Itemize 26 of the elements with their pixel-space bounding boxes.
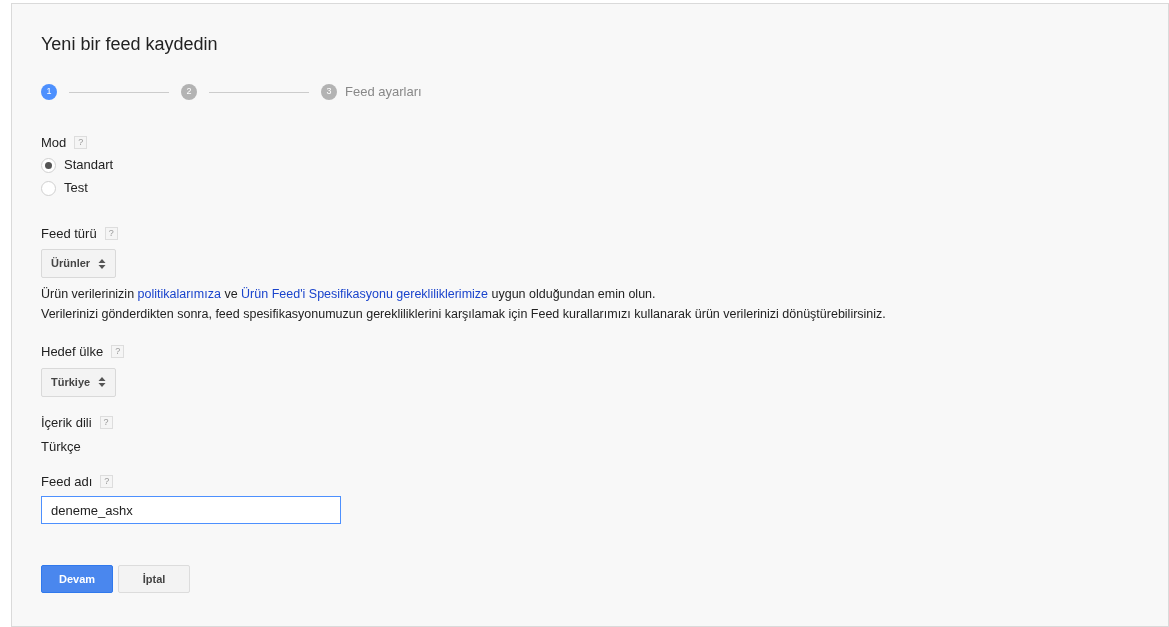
radio-button[interactable]: [41, 180, 56, 196]
dropdown[interactable]: Ürünler: [41, 249, 117, 278]
dropdown[interactable]: Türkiye: [41, 367, 117, 397]
field-label: Mod: [41, 134, 67, 152]
step-number: 1: [41, 84, 57, 100]
text-link[interactable]: politikalarımıza: [137, 287, 221, 301]
page-title: Yeni bir feed kaydedin: [41, 33, 219, 56]
step-label: Feed ayarları: [345, 83, 422, 102]
field-value: Türkçe: [41, 438, 82, 456]
field-label: İçerik dili: [41, 413, 92, 432]
cancel-button[interactable]: İptal: [118, 565, 190, 593]
continue-button[interactable]: Devam: [41, 565, 113, 593]
field-label: Feed türü: [41, 224, 97, 243]
radio-label: Test: [64, 179, 88, 198]
step-number: 3: [321, 84, 337, 100]
info-text: Verilerinizi gönderdikten sonra, feed spesifikasyonumuzun gerekliliklerini karşılamak için Feed kurallarımızı kullanarak ürün verilerinizi dönüştürebilirsiniz.: [41, 306, 887, 322]
field-label: Feed adı: [41, 472, 93, 491]
info-text: Ürün verilerinizin politikalarımıza ve Ürün Feed'i Spesifikasyonu gerekliliklerimize uygun olduğundan emin olun.: [41, 286, 657, 302]
text-link[interactable]: Ürün Feed'i Spesifikasyonu gerekliliklerimize: [241, 287, 489, 301]
up-down-caret-icon: [98, 257, 107, 270]
up-down-caret-icon: [98, 376, 107, 388]
field-label: Hedef ülke: [41, 343, 104, 361]
input-field[interactable]: deneme_ashx: [41, 496, 341, 524]
step-number: 2: [181, 84, 197, 100]
radio-label: Standart: [64, 156, 114, 175]
radio-button[interactable]: [41, 157, 56, 173]
